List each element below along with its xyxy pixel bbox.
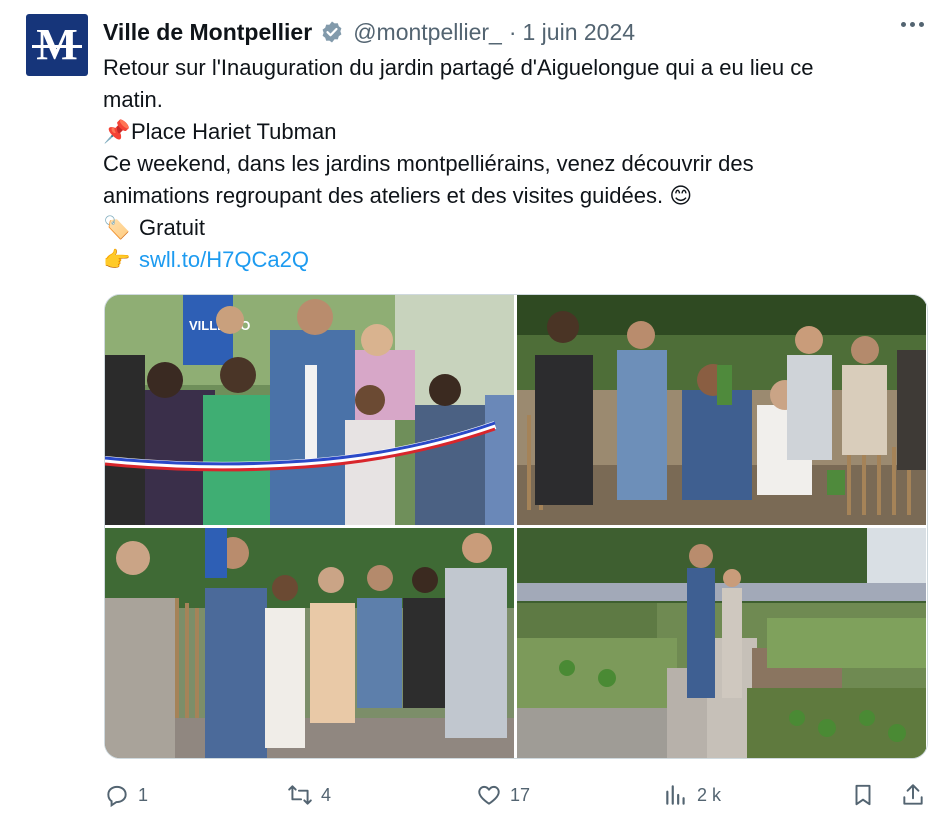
repost-count: 4 bbox=[321, 784, 332, 805]
bookmark-button[interactable] bbox=[850, 778, 876, 812]
tag-icon: 🏷️ bbox=[103, 215, 131, 240]
like-button[interactable]: 17 bbox=[476, 778, 530, 812]
reply-count: 1 bbox=[138, 784, 149, 805]
more-options-icon[interactable] bbox=[901, 22, 924, 27]
pin-icon: 📌 bbox=[103, 119, 131, 144]
views-count: 2 k bbox=[697, 784, 722, 805]
text-line: 📌Place Hariet Tubman bbox=[103, 116, 903, 148]
short-link[interactable]: swll.to/H7QCa2Q bbox=[139, 247, 309, 272]
point-right-icon: 👉 bbox=[103, 247, 131, 272]
tweet-text: Retour sur l'Inauguration du jardin part… bbox=[103, 52, 903, 276]
verified-badge-icon[interactable] bbox=[320, 20, 344, 44]
reply-button[interactable]: 1 bbox=[104, 778, 148, 812]
speech-garden-photo[interactable] bbox=[105, 528, 514, 758]
tweet-header: Ville de Montpellier @montpellier_ · 1 j… bbox=[103, 16, 635, 48]
text-line: Ce weekend, dans les jardins montpelliér… bbox=[103, 151, 754, 176]
text-line: Retour sur l'Inauguration du jardin part… bbox=[103, 55, 814, 80]
repost-button[interactable]: 4 bbox=[287, 778, 331, 812]
author-handle[interactable]: @montpellier_ bbox=[353, 19, 502, 46]
views-button[interactable]: 2 k bbox=[663, 778, 721, 812]
reply-icon bbox=[107, 785, 127, 808]
smile-icon: 😊 bbox=[669, 183, 693, 208]
media-grid: VILLE MO bbox=[104, 294, 928, 759]
action-bar: 1 4 17 2 k bbox=[104, 778, 926, 812]
repost-icon bbox=[288, 785, 312, 805]
share-button[interactable] bbox=[900, 778, 926, 812]
like-count: 17 bbox=[510, 784, 531, 805]
tweet-date[interactable]: 1 juin 2024 bbox=[523, 19, 636, 46]
share-icon bbox=[903, 784, 923, 805]
avatar[interactable]: M bbox=[26, 14, 88, 76]
heart-icon bbox=[478, 785, 500, 805]
text-line: matin. bbox=[103, 87, 163, 112]
bookmark-icon bbox=[855, 784, 871, 806]
text-line: animations regroupant des ateliers et de… bbox=[103, 183, 693, 208]
views-chart-icon bbox=[666, 785, 685, 805]
text-line: 👉 swll.to/H7QCa2Q bbox=[103, 244, 903, 276]
separator-dot: · bbox=[508, 18, 517, 45]
author-name[interactable]: Ville de Montpellier bbox=[103, 19, 312, 46]
garden-beds-photo[interactable] bbox=[517, 528, 926, 758]
ribbon-cutting-photo[interactable]: VILLE MO bbox=[105, 295, 514, 525]
text-line: 🏷️ Gratuit bbox=[103, 212, 903, 244]
group-garden-photo[interactable] bbox=[517, 295, 926, 525]
